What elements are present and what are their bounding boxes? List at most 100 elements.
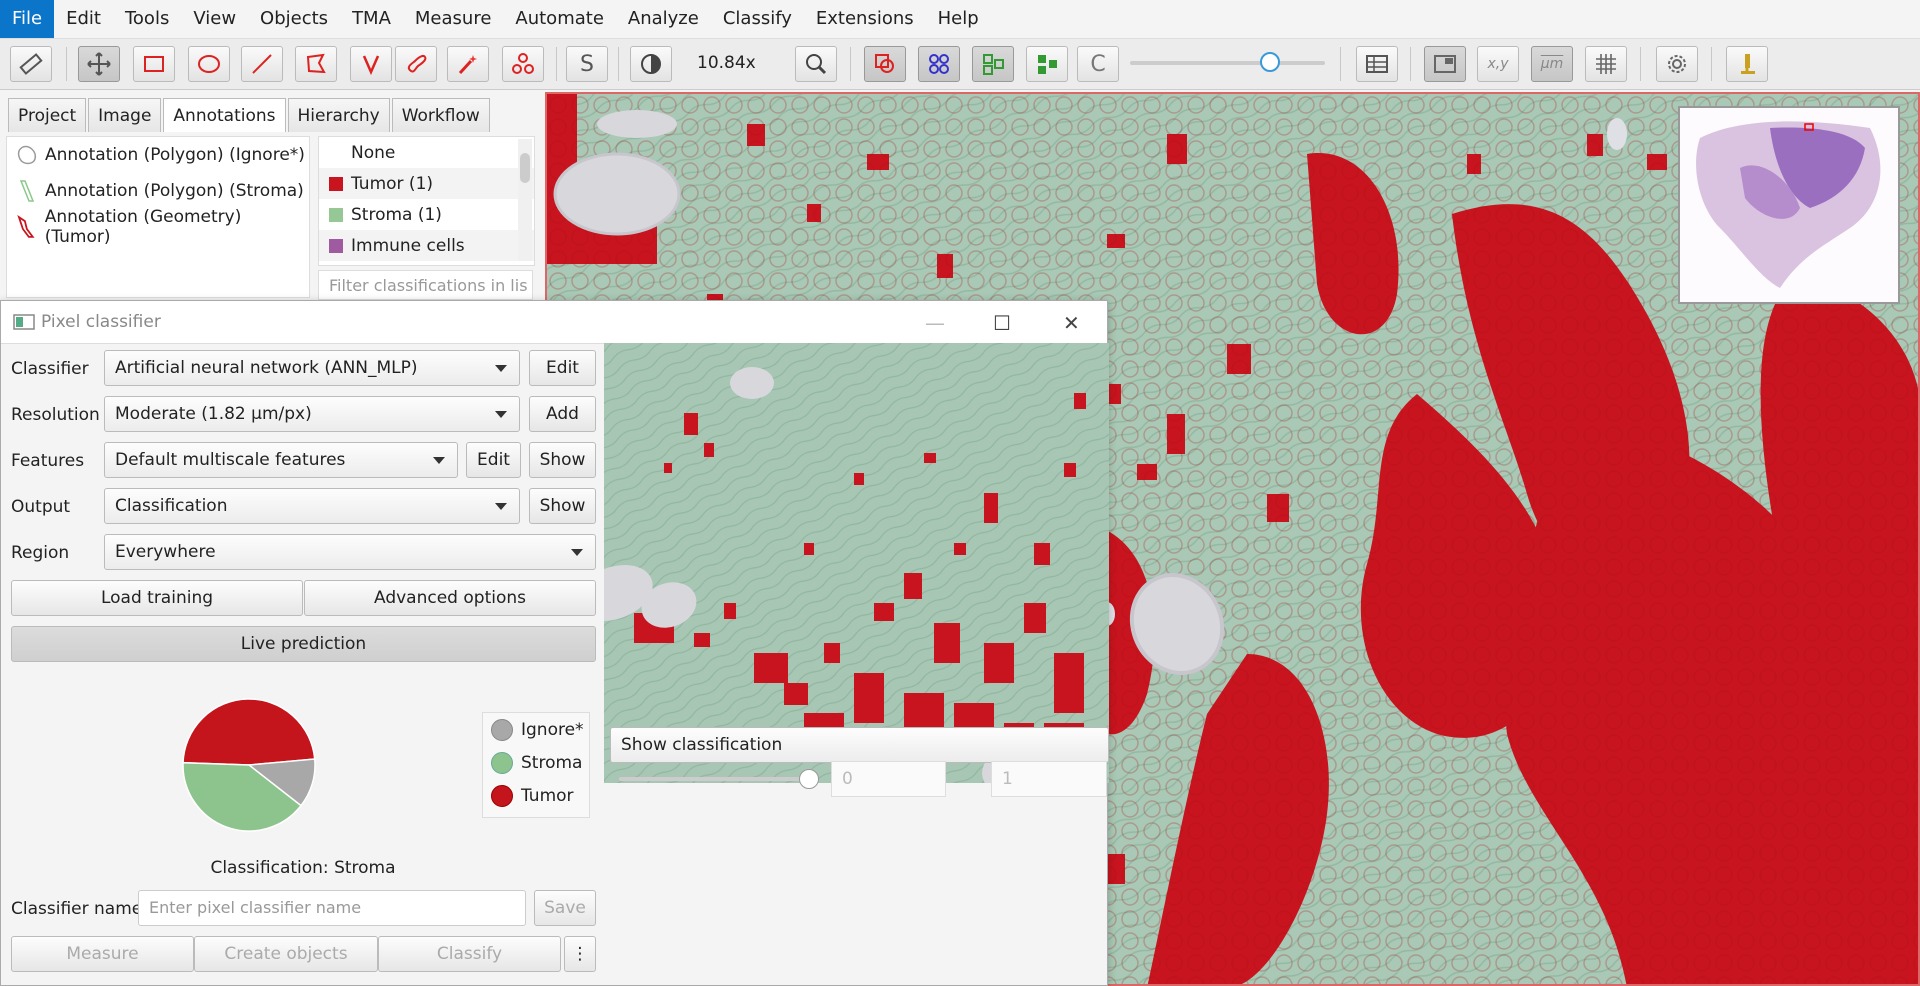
tab-hierarchy[interactable]: Hierarchy <box>287 98 390 132</box>
features-edit-button[interactable]: Edit <box>466 442 521 478</box>
load-training-button[interactable]: Load training <box>11 580 303 616</box>
output-value: Classification <box>115 496 228 516</box>
class-item-immune-cells[interactable]: Immune cells <box>319 230 534 261</box>
tab-annotations[interactable]: Annotations <box>163 98 286 132</box>
wand-icon[interactable] <box>447 46 489 82</box>
opacity-slider-track[interactable] <box>1130 61 1325 65</box>
scalebar-icon[interactable]: μm <box>1531 46 1573 82</box>
menu-help[interactable]: Help <box>926 0 991 38</box>
resolution-add-button[interactable]: Add <box>529 396 596 432</box>
polygon-icon[interactable] <box>295 46 337 82</box>
legend-label: Stroma <box>521 752 583 773</box>
maximize-icon[interactable]: ☐ <box>993 311 1011 335</box>
overview-icon[interactable] <box>1424 46 1466 82</box>
menu-analyze[interactable]: Analyze <box>616 0 711 38</box>
classify-button[interactable]: Classify <box>378 936 561 972</box>
class-item-stroma[interactable]: Stroma (1) <box>319 199 534 230</box>
class-label: None <box>351 142 396 163</box>
settings-icon[interactable] <box>1656 46 1698 82</box>
brightness-contrast-icon[interactable] <box>630 46 672 82</box>
menu-bar: File Edit Tools View Objects TMA Measure… <box>0 0 1920 39</box>
menu-view[interactable]: View <box>181 0 248 38</box>
points-icon[interactable] <box>502 46 544 82</box>
menu-automate[interactable]: Automate <box>503 0 616 38</box>
live-prediction-button[interactable]: Live prediction <box>11 626 596 662</box>
measure-button[interactable]: Measure <box>11 936 194 972</box>
pie-legend: Ignore* Stroma Tumor <box>482 712 590 818</box>
class-filter-input[interactable]: Filter classifications in lis <box>318 270 533 300</box>
menu-measure[interactable]: Measure <box>403 0 504 38</box>
microscope-icon[interactable] <box>1726 46 1768 82</box>
show-classification-icon[interactable]: C <box>1077 46 1119 82</box>
resolution-value: Moderate (1.82 µm/px) <box>115 404 312 424</box>
rectangle-icon[interactable] <box>133 46 175 82</box>
tab-workflow[interactable]: Workflow <box>391 98 490 132</box>
class-item-tumor[interactable]: Tumor (1) <box>319 168 534 199</box>
toolbar: S 10.84x C x,y μm <box>0 39 1920 90</box>
tab-project[interactable]: Project <box>8 98 87 132</box>
ellipse-icon[interactable] <box>188 46 230 82</box>
grid-icon[interactable] <box>1585 46 1627 82</box>
pie-caption: Classification: Stroma <box>210 858 396 878</box>
show-tma-grid-icon[interactable] <box>918 46 960 82</box>
geometry-annotation-icon <box>17 215 35 238</box>
ruler-icon[interactable] <box>10 46 52 82</box>
annotation-item[interactable]: Annotation (Polygon) (Ignore*) <box>7 137 309 173</box>
advanced-options-button[interactable]: Advanced options <box>304 580 596 616</box>
class-list-scrollbar[interactable] <box>518 139 532 261</box>
selection-mode-icon[interactable]: S <box>566 46 608 82</box>
close-icon[interactable]: ✕ <box>1063 311 1080 335</box>
zoom-to-fit-icon[interactable] <box>795 46 837 82</box>
preview-slider-knob[interactable] <box>799 769 819 789</box>
classifier-preview[interactable] <box>604 343 1109 783</box>
classifier-edit-button[interactable]: Edit <box>529 350 596 386</box>
region-select[interactable]: Everywhere <box>104 534 596 570</box>
classifier-select[interactable]: Artificial neural network (ANN_MLP) <box>104 350 520 386</box>
brush-icon[interactable] <box>395 46 437 82</box>
chevron-down-icon <box>433 457 445 464</box>
features-select[interactable]: Default multiscale features <box>104 442 458 478</box>
chevron-down-icon <box>495 365 507 372</box>
annotation-item[interactable]: Annotation (Geometry) (Tumor) <box>7 207 309 247</box>
preview-slider-track[interactable] <box>619 777 809 781</box>
annotation-item[interactable]: Annotation (Polygon) (Stroma) <box>7 173 309 209</box>
classifier-name-input[interactable]: Enter pixel classifier name <box>138 890 526 926</box>
menu-tma[interactable]: TMA <box>340 0 403 38</box>
features-show-button[interactable]: Show <box>529 442 596 478</box>
class-item-none[interactable]: None <box>319 137 534 168</box>
preview-image <box>604 343 1109 783</box>
show-classification-select[interactable]: Show classification <box>610 727 1109 763</box>
spinner-field-2[interactable]: 1 <box>991 761 1107 797</box>
classifier-name-label: Classifier name <box>11 899 143 919</box>
move-icon[interactable] <box>78 46 120 82</box>
menu-objects[interactable]: Objects <box>248 0 340 38</box>
resolution-select[interactable]: Moderate (1.82 µm/px) <box>104 396 520 432</box>
measurement-table-icon[interactable] <box>1356 46 1398 82</box>
features-value: Default multiscale features <box>115 450 346 470</box>
menu-file[interactable]: File <box>0 0 55 38</box>
dialog-title-bar[interactable]: Pixel classifier — ☐ ✕ <box>1 301 1107 344</box>
output-show-button[interactable]: Show <box>529 488 596 524</box>
menu-tools[interactable]: Tools <box>113 0 181 38</box>
spinner-field-1[interactable]: 0 <box>831 761 946 797</box>
menu-classify[interactable]: Classify <box>711 0 804 38</box>
legend-item: Stroma <box>483 746 589 779</box>
save-button[interactable]: Save <box>534 890 596 926</box>
cursor-location-icon[interactable]: x,y <box>1477 46 1519 82</box>
menu-edit[interactable]: Edit <box>54 0 113 38</box>
show-detections-icon[interactable] <box>972 46 1014 82</box>
create-objects-button[interactable]: Create objects <box>194 936 378 972</box>
resolution-label: Resolution <box>11 405 100 425</box>
polyline-icon[interactable] <box>350 46 392 82</box>
fill-detections-icon[interactable] <box>1026 46 1068 82</box>
legend-item: Tumor <box>483 779 589 812</box>
line-icon[interactable] <box>241 46 283 82</box>
output-select[interactable]: Classification <box>104 488 520 524</box>
opacity-slider-knob[interactable] <box>1260 52 1280 72</box>
overview-thumbnail[interactable] <box>1678 106 1900 304</box>
menu-extensions[interactable]: Extensions <box>804 0 926 38</box>
minimize-icon[interactable]: — <box>925 311 945 335</box>
tab-image[interactable]: Image <box>88 98 162 132</box>
show-annotations-icon[interactable] <box>864 46 906 82</box>
more-options-button[interactable]: ⋮ <box>564 936 596 972</box>
